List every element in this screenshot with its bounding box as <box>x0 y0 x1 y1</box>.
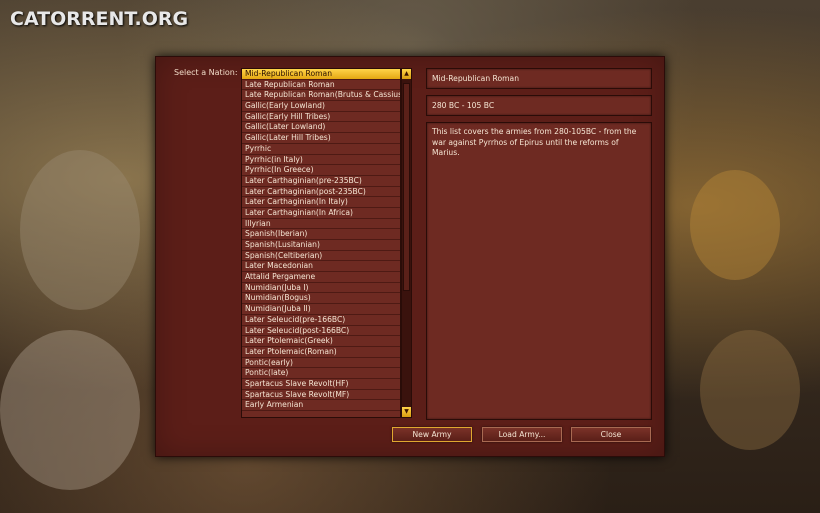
nation-list-item[interactable]: Later Carthaginian(In Africa) <box>242 208 400 219</box>
nation-list-item[interactable]: Later Carthaginian(In Italy) <box>242 197 400 208</box>
nation-list-item[interactable]: Later Ptolemaic(Greek) <box>242 336 400 347</box>
background-art-figure <box>700 330 800 450</box>
nation-list-item[interactable]: Spanish(Iberian) <box>242 229 400 240</box>
nation-list-item[interactable]: Gallic(Early Lowland) <box>242 101 400 112</box>
background-art-horse <box>0 330 140 490</box>
nation-list-item[interactable]: Late Republican Roman <box>242 80 400 91</box>
background-art <box>20 150 140 310</box>
nation-list-item[interactable]: Pyrrhic(in Italy) <box>242 155 400 166</box>
nation-list-item[interactable]: Spanish(Celtiberian) <box>242 251 400 262</box>
nation-list-item[interactable]: Early Armenian <box>242 400 400 411</box>
scroll-thumb[interactable] <box>403 83 410 291</box>
nation-list-item[interactable]: Numidian(Juba I) <box>242 283 400 294</box>
nation-title-box: Mid-Republican Roman <box>426 68 652 89</box>
nation-list-item[interactable]: Later Carthaginian(pre-235BC) <box>242 176 400 187</box>
scroll-up-icon[interactable]: ▲ <box>402 69 411 79</box>
nation-list-item[interactable]: Pyrrhic <box>242 144 400 155</box>
nation-list-item[interactable]: Mid-Republican Roman <box>242 69 400 80</box>
nation-list-item[interactable]: Later Ptolemaic(Roman) <box>242 347 400 358</box>
army-selection-dialog: Select a Nation: Mid-Republican Roman Lat… <box>155 56 665 457</box>
nation-list-item[interactable]: Spanish(Lusitanian) <box>242 240 400 251</box>
nation-list-item[interactable]: Gallic(Early Hill Tribes) <box>242 112 400 123</box>
nation-list-item[interactable]: Later Macedonian <box>242 261 400 273</box>
nation-list-item[interactable]: Pontic(early) <box>242 358 400 369</box>
nation-period-box: 280 BC - 105 BC <box>426 95 652 116</box>
nation-list-item[interactable]: Later Seleucid(post-166BC) <box>242 326 400 337</box>
nation-list-item[interactable]: Numidian(Bogus) <box>242 293 400 305</box>
nation-list[interactable]: Mid-Republican Roman Late Republican Roma… <box>241 68 401 418</box>
nation-list-item[interactable]: Later Seleucid(pre-166BC) <box>242 315 400 326</box>
nation-list-item[interactable]: Illyrian <box>242 219 400 230</box>
new-army-button[interactable]: New Army <box>392 427 472 442</box>
nation-list-item[interactable]: Gallic(Later Hill Tribes) <box>242 133 400 144</box>
nation-list-item[interactable]: Later Carthaginian(post-235BC) <box>242 187 400 198</box>
nation-label: Select a Nation: <box>174 68 238 77</box>
background-art-shield <box>690 170 780 280</box>
watermark: CATORRENT.ORG <box>10 8 189 30</box>
nation-list-item[interactable]: Pyrrhic(In Greece) <box>242 165 400 176</box>
nation-list-item[interactable]: Gallic(Later Lowland) <box>242 122 400 134</box>
scroll-down-icon[interactable]: ▼ <box>402 407 411 417</box>
nation-list-item[interactable]: Pontic(late) <box>242 368 400 379</box>
nation-list-item[interactable]: Spartacus Slave Revolt(HF) <box>242 379 400 390</box>
load-army-button[interactable]: Load Army... <box>482 427 562 442</box>
nation-description-box: This list covers the armies from 280-105… <box>426 122 652 420</box>
nation-list-item[interactable]: Spartacus Slave Revolt(MF) <box>242 390 400 401</box>
nation-list-item[interactable]: Attalid Pergamene <box>242 272 400 283</box>
nation-list-scrollbar[interactable]: ▲ ▼ <box>401 68 412 418</box>
nation-list-item[interactable]: Numidian(Juba II) <box>242 304 400 315</box>
close-button[interactable]: Close <box>571 427 651 442</box>
nation-list-item[interactable]: Late Republican Roman(Brutus & Cassius) <box>242 90 400 102</box>
